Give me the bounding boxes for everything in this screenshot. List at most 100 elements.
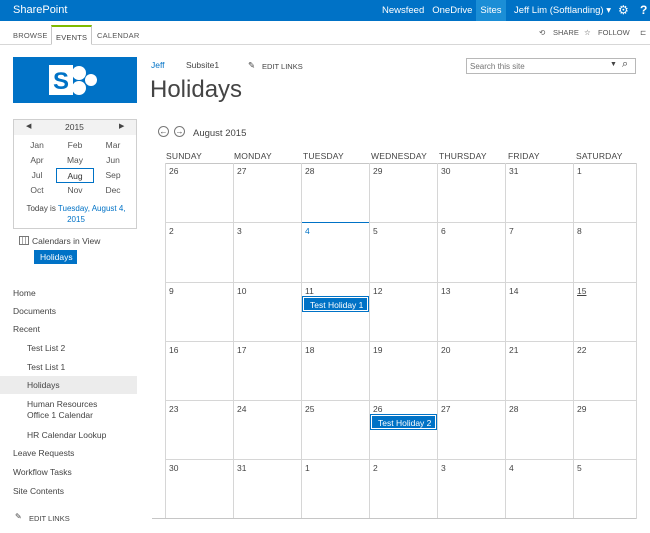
tab-calendar[interactable]: CALENDAR	[93, 25, 143, 45]
day-number[interactable]: 31	[509, 166, 518, 176]
next-year-icon[interactable]: ▶	[119, 122, 124, 130]
edit-links-top[interactable]: EDIT LINKS	[262, 62, 303, 71]
nav-holidays[interactable]: Holidays	[0, 376, 137, 394]
sync-icon[interactable]: ⟲	[539, 28, 545, 37]
day-number[interactable]: 2	[169, 226, 174, 236]
nav-leave-requests[interactable]: Leave Requests	[13, 448, 74, 458]
month-cell[interactable]: Nov	[56, 183, 94, 198]
day-number[interactable]: 12	[373, 286, 382, 296]
nav-documents[interactable]: Documents	[13, 306, 56, 316]
day-number[interactable]: 15	[577, 286, 586, 296]
day-number[interactable]: 5	[577, 463, 582, 473]
site-logo[interactable]: S	[13, 57, 137, 103]
day-header: SUNDAY	[166, 151, 202, 161]
prev-year-icon[interactable]: ◀	[26, 122, 31, 130]
day-number[interactable]: 9	[169, 286, 174, 296]
nav-edit-links[interactable]: EDIT LINKS	[29, 514, 70, 523]
day-number[interactable]: 24	[237, 404, 246, 414]
month-cell[interactable]: Dec	[94, 183, 132, 198]
calendar-event[interactable]: Test Holiday 2	[370, 414, 437, 430]
day-number[interactable]: 28	[509, 404, 518, 414]
month-cell[interactable]: Jul	[18, 168, 56, 183]
day-number[interactable]: 29	[373, 166, 382, 176]
day-number[interactable]: 1	[305, 463, 310, 473]
day-number[interactable]: 13	[441, 286, 450, 296]
month-cell-selected[interactable]: Aug	[56, 168, 94, 183]
day-number[interactable]: 27	[237, 166, 246, 176]
day-number[interactable]: 23	[169, 404, 178, 414]
day-number[interactable]: 3	[441, 463, 446, 473]
day-number[interactable]: 20	[441, 345, 450, 355]
month-cell[interactable]: Mar	[94, 138, 132, 153]
nav-test-list-1[interactable]: Test List 1	[27, 362, 65, 372]
day-number[interactable]: 27	[441, 404, 450, 414]
tab-browse[interactable]: BROWSE	[9, 25, 52, 45]
star-icon[interactable]: ☆	[584, 28, 591, 37]
nav-test-list-2[interactable]: Test List 2	[27, 343, 65, 353]
nav-human-resources[interactable]: Human Resources	[27, 399, 97, 409]
day-number[interactable]: 26	[169, 166, 178, 176]
day-number[interactable]: 4	[509, 463, 514, 473]
search-icon[interactable]: ⌕	[622, 58, 628, 71]
search-scope-dropdown-icon[interactable]: ▼	[610, 61, 617, 68]
today-link[interactable]: Tuesday, August 4,	[58, 204, 126, 213]
day-number[interactable]: 14	[509, 286, 518, 296]
day-number[interactable]: 11	[305, 286, 314, 296]
day-number[interactable]: 26	[373, 404, 382, 414]
suite-link-sites[interactable]: Sites	[476, 0, 506, 21]
day-number[interactable]: 8	[577, 226, 582, 236]
month-cell[interactable]: Jan	[18, 138, 56, 153]
day-number[interactable]: 17	[237, 345, 246, 355]
day-number[interactable]: 28	[305, 166, 314, 176]
day-number[interactable]: 1	[577, 166, 582, 176]
calendar-overlay-holidays[interactable]: Holidays	[34, 250, 77, 264]
day-number[interactable]: 6	[441, 226, 446, 236]
sharepoint-brand[interactable]: SharePoint	[13, 4, 67, 16]
day-number[interactable]: 30	[441, 166, 450, 176]
grid-line	[165, 459, 636, 460]
suite-link-onedrive[interactable]: OneDrive	[428, 0, 476, 21]
focus-icon[interactable]: ⊏	[640, 28, 646, 37]
breadcrumb-site[interactable]: Jeff	[151, 60, 165, 70]
search-input[interactable]	[467, 59, 597, 73]
day-number[interactable]: 21	[509, 345, 518, 355]
nav-home[interactable]: Home	[13, 288, 36, 298]
nav-site-contents[interactable]: Site Contents	[13, 486, 64, 496]
share-button[interactable]: SHARE	[553, 28, 579, 37]
day-number[interactable]: 25	[305, 404, 314, 414]
help-icon[interactable]: ?	[640, 3, 647, 17]
next-month-icon[interactable]: →	[174, 126, 185, 137]
gear-icon[interactable]: ⚙	[618, 3, 629, 17]
day-number[interactable]: 3	[237, 226, 242, 236]
nav-office-1-calendar[interactable]: Office 1 Calendar	[27, 410, 93, 420]
prev-month-icon[interactable]: ←	[158, 126, 169, 137]
nav-hr-calendar-lookup[interactable]: HR Calendar Lookup	[27, 430, 106, 440]
calendar-event[interactable]: Test Holiday 1	[302, 296, 369, 312]
day-number-today[interactable]: 4	[305, 226, 310, 236]
day-number[interactable]: 2	[373, 463, 378, 473]
day-number[interactable]: 10	[237, 286, 246, 296]
day-number[interactable]: 19	[373, 345, 382, 355]
nav-workflow-tasks[interactable]: Workflow Tasks	[13, 467, 72, 477]
day-number[interactable]: 30	[169, 463, 178, 473]
follow-button[interactable]: FOLLOW	[598, 28, 630, 37]
day-number[interactable]: 16	[169, 345, 178, 355]
month-cell[interactable]: May	[56, 153, 94, 168]
month-cell[interactable]: Sep	[94, 168, 132, 183]
month-cell[interactable]: Oct	[18, 183, 56, 198]
month-cell[interactable]: Feb	[56, 138, 94, 153]
day-number[interactable]: 7	[509, 226, 514, 236]
day-number[interactable]: 22	[577, 345, 586, 355]
day-number[interactable]: 5	[373, 226, 378, 236]
month-cell[interactable]: Jun	[94, 153, 132, 168]
month-cell[interactable]: Apr	[18, 153, 56, 168]
day-number[interactable]: 18	[305, 345, 314, 355]
tab-events[interactable]: EVENTS	[51, 25, 93, 45]
today-link-year[interactable]: 2015	[67, 215, 85, 224]
user-menu[interactable]: Jeff Lim (Softlanding) ▾	[514, 5, 611, 16]
breadcrumb-subsite[interactable]: Subsite1	[186, 60, 219, 70]
suite-link-newsfeed[interactable]: Newsfeed	[378, 0, 428, 21]
nav-recent[interactable]: Recent	[13, 324, 40, 334]
day-number[interactable]: 31	[237, 463, 246, 473]
day-number[interactable]: 29	[577, 404, 586, 414]
